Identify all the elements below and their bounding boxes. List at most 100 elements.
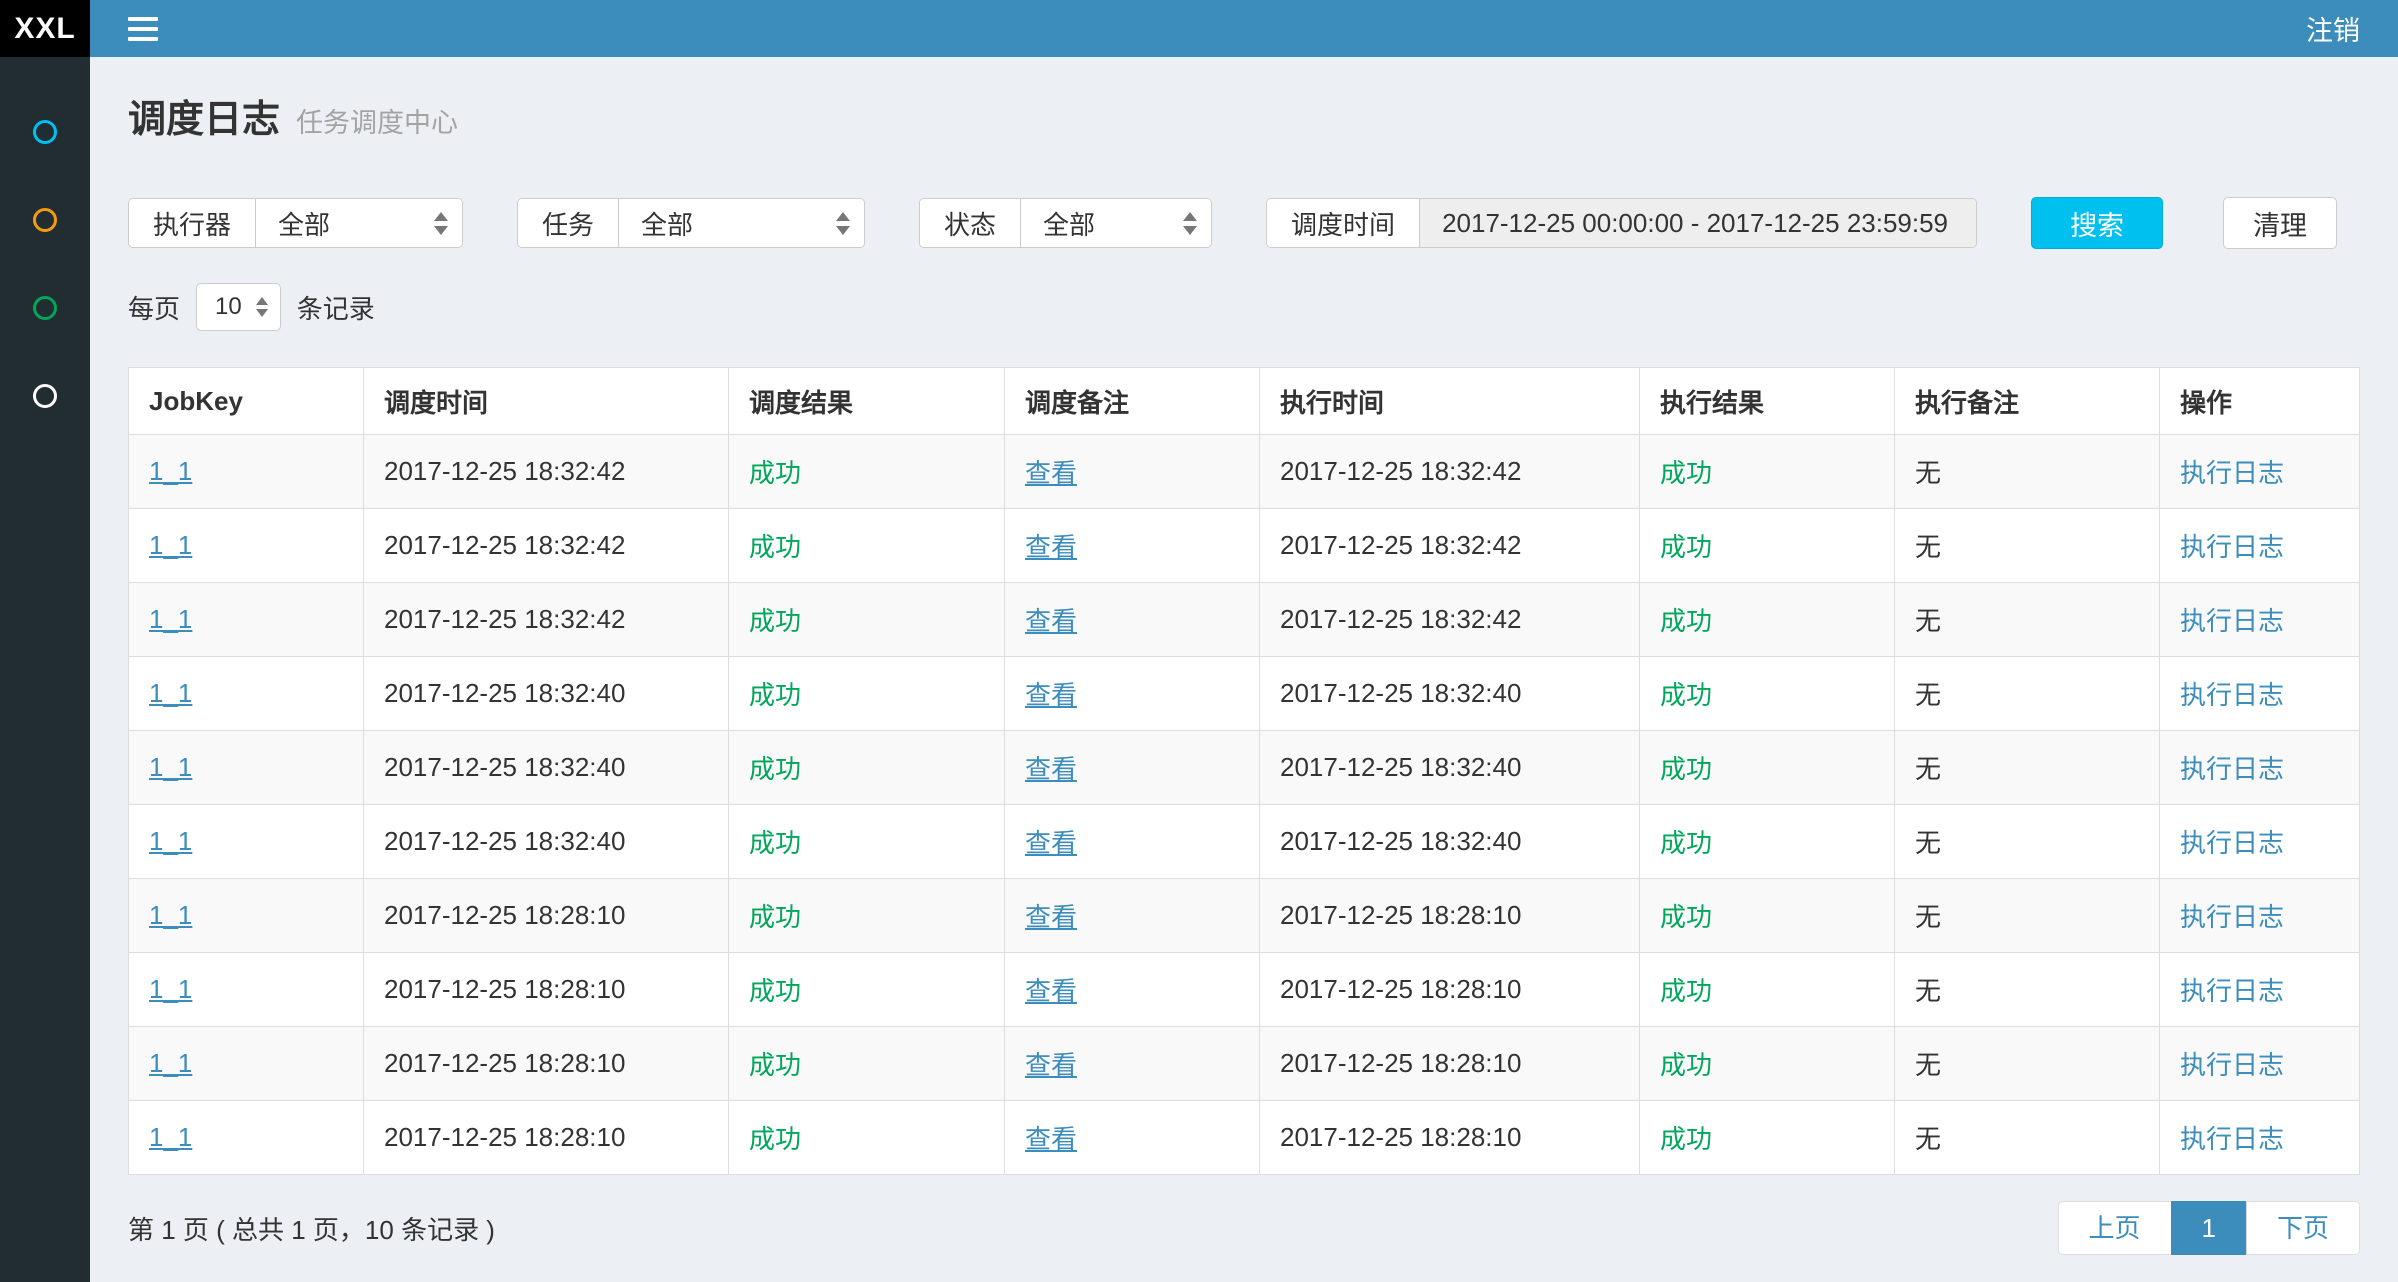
trigger-msg-link[interactable]: 查看 (1025, 1124, 1077, 1154)
trigger-result-cell: 成功 (729, 879, 1005, 953)
col-header-trigger-time: 调度时间 (364, 368, 729, 435)
exec-log-link[interactable]: 执行日志 (2180, 976, 2284, 1006)
handle-msg-cell: 无 (1895, 805, 2160, 879)
exec-log-link[interactable]: 执行日志 (2180, 754, 2284, 784)
col-header-handle-result: 执行结果 (1640, 368, 1895, 435)
handle-msg-cell: 无 (1895, 1101, 2160, 1175)
trigger-result-cell: 成功 (729, 731, 1005, 805)
table-row: 1_12017-12-25 18:32:40成功查看2017-12-25 18:… (129, 731, 2360, 805)
trigger-time-cell: 2017-12-25 18:32:40 (364, 805, 729, 879)
sidebar-item-4[interactable] (0, 352, 90, 440)
executor-select-value: 全部 (278, 205, 330, 242)
handle-msg-cell: 无 (1895, 435, 2160, 509)
table-row: 1_12017-12-25 18:28:10成功查看2017-12-25 18:… (129, 953, 2360, 1027)
job-select[interactable]: 全部 (619, 199, 864, 247)
exec-log-link[interactable]: 执行日志 (2180, 606, 2284, 636)
exec-log-link[interactable]: 执行日志 (2180, 828, 2284, 858)
executor-select[interactable]: 全部 (256, 199, 462, 247)
page-size-suffix: 条记录 (297, 289, 375, 326)
status-filter-label: 状态 (920, 199, 1021, 247)
next-page-button[interactable]: 下页 (2246, 1201, 2360, 1255)
search-button[interactable]: 搜索 (2031, 197, 2163, 249)
log-table-header: JobKey 调度时间 调度结果 调度备注 执行时间 执行结果 执行备注 操作 (129, 368, 2360, 435)
jobkey-link[interactable]: 1_1 (149, 1048, 192, 1078)
exec-log-link[interactable]: 执行日志 (2180, 680, 2284, 710)
current-page-button[interactable]: 1 (2171, 1201, 2247, 1255)
handle-result-cell: 成功 (1640, 1101, 1895, 1175)
brand-logo[interactable]: XXL (0, 0, 90, 57)
pagination: 上页 1 下页 (2058, 1201, 2361, 1255)
jobkey-link[interactable]: 1_1 (149, 752, 192, 782)
col-header-jobkey: JobKey (129, 368, 364, 435)
jobkey-link[interactable]: 1_1 (149, 530, 192, 560)
status-select[interactable]: 全部 (1021, 199, 1211, 247)
trigger-result-cell: 成功 (729, 805, 1005, 879)
navbar-content: 注销 (90, 0, 2398, 57)
page-size-select[interactable]: 10 (196, 283, 281, 331)
circle-icon (33, 384, 57, 408)
table-row: 1_12017-12-25 18:28:10成功查看2017-12-25 18:… (129, 1101, 2360, 1175)
exec-log-link[interactable]: 执行日志 (2180, 1124, 2284, 1154)
trigger-result-cell: 成功 (729, 583, 1005, 657)
trigger-result-cell: 成功 (729, 1101, 1005, 1175)
jobkey-link[interactable]: 1_1 (149, 974, 192, 1004)
trigger-msg-link[interactable]: 查看 (1025, 680, 1077, 710)
table-row: 1_12017-12-25 18:28:10成功查看2017-12-25 18:… (129, 1027, 2360, 1101)
exec-log-link[interactable]: 执行日志 (2180, 1050, 2284, 1080)
executor-filter-group: 执行器 全部 (128, 198, 463, 248)
handle-time-cell: 2017-12-25 18:28:10 (1260, 1027, 1640, 1101)
trigger-msg-link[interactable]: 查看 (1025, 532, 1077, 562)
table-row: 1_12017-12-25 18:32:42成功查看2017-12-25 18:… (129, 509, 2360, 583)
sidebar-item-3[interactable] (0, 264, 90, 352)
status-select-value: 全部 (1043, 205, 1095, 242)
handle-result-cell: 成功 (1640, 583, 1895, 657)
trigger-msg-link[interactable]: 查看 (1025, 828, 1077, 858)
jobkey-link[interactable]: 1_1 (149, 900, 192, 930)
trigger-msg-link[interactable]: 查看 (1025, 606, 1077, 636)
time-range-input[interactable]: 2017-12-25 00:00:00 - 2017-12-25 23:59:5… (1420, 199, 1976, 247)
prev-page-button[interactable]: 上页 (2058, 1201, 2172, 1255)
trigger-msg-link[interactable]: 查看 (1025, 754, 1077, 784)
clear-button[interactable]: 清理 (2223, 197, 2337, 249)
page-size-value: 10 (215, 293, 242, 321)
trigger-msg-link[interactable]: 查看 (1025, 458, 1077, 488)
trigger-msg-link[interactable]: 查看 (1025, 902, 1077, 932)
sidebar-item-1[interactable] (0, 88, 90, 176)
select-stepper-icon (836, 212, 850, 235)
handle-time-cell: 2017-12-25 18:32:42 (1260, 583, 1640, 657)
col-header-action: 操作 (2160, 368, 2360, 435)
circle-icon (33, 296, 57, 320)
jobkey-link[interactable]: 1_1 (149, 826, 192, 856)
trigger-time-cell: 2017-12-25 18:32:42 (364, 509, 729, 583)
trigger-time-cell: 2017-12-25 18:28:10 (364, 953, 729, 1027)
jobkey-link[interactable]: 1_1 (149, 1122, 192, 1152)
handle-time-cell: 2017-12-25 18:32:42 (1260, 509, 1640, 583)
handle-msg-cell: 无 (1895, 583, 2160, 657)
exec-log-link[interactable]: 执行日志 (2180, 902, 2284, 932)
handle-result-cell: 成功 (1640, 509, 1895, 583)
brand-text: XXL (14, 12, 75, 46)
jobkey-link[interactable]: 1_1 (149, 678, 192, 708)
handle-result-cell: 成功 (1640, 953, 1895, 1027)
main-content: 调度日志 任务调度中心 执行器 全部 任务 全部 状态 全部 (90, 0, 2398, 1255)
sidebar-item-2[interactable] (0, 176, 90, 264)
job-filter-group: 任务 全部 (517, 198, 865, 248)
handle-time-cell: 2017-12-25 18:32:40 (1260, 657, 1640, 731)
col-header-handle-msg: 执行备注 (1895, 368, 2160, 435)
logout-link[interactable]: 注销 (2306, 9, 2360, 48)
trigger-time-cell: 2017-12-25 18:32:40 (364, 657, 729, 731)
handle-result-cell: 成功 (1640, 805, 1895, 879)
trigger-msg-link[interactable]: 查看 (1025, 1050, 1077, 1080)
select-stepper-icon (256, 297, 268, 317)
page-size-row: 每页 10 条记录 (128, 283, 2360, 331)
trigger-msg-link[interactable]: 查看 (1025, 976, 1077, 1006)
trigger-time-cell: 2017-12-25 18:32:40 (364, 731, 729, 805)
jobkey-link[interactable]: 1_1 (149, 604, 192, 634)
exec-log-link[interactable]: 执行日志 (2180, 532, 2284, 562)
jobkey-link[interactable]: 1_1 (149, 456, 192, 486)
time-filter-group: 调度时间 2017-12-25 00:00:00 - 2017-12-25 23… (1266, 198, 1977, 248)
trigger-time-cell: 2017-12-25 18:28:10 (364, 1027, 729, 1101)
page-header: 调度日志 任务调度中心 (128, 95, 2360, 145)
sidebar-toggle-icon[interactable] (128, 17, 158, 41)
exec-log-link[interactable]: 执行日志 (2180, 458, 2284, 488)
